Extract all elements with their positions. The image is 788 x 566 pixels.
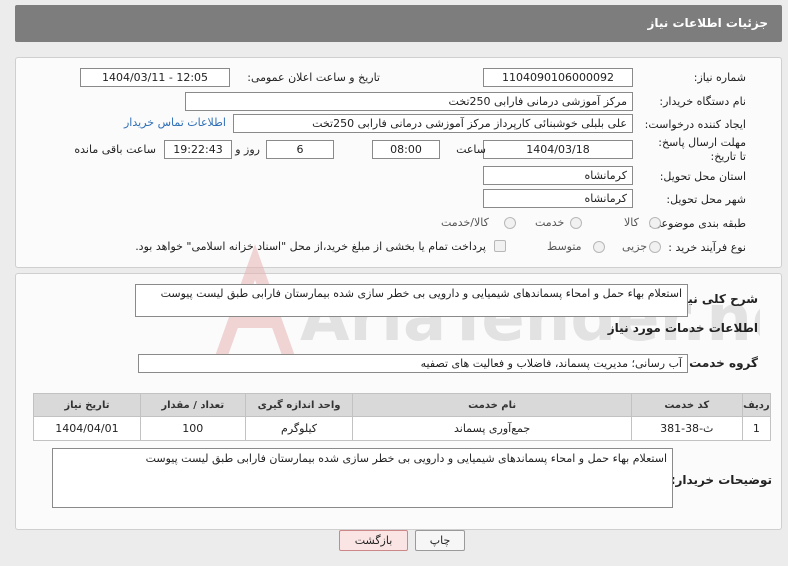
province-label: استان محل تحویل: [659,170,746,183]
category-option-goods: کالا [624,216,639,229]
process-radio-medium[interactable] [593,241,605,253]
need-number-field[interactable]: 1104090106000092 [483,68,633,87]
requester-field[interactable]: علی بلبلی خوشبنائی کارپرداز مرکز آموزشی … [233,114,633,133]
back-button[interactable]: بازگشت [339,530,408,551]
services-section-title: اطلاعات خدمات مورد نیاز [607,321,758,335]
announce-label: تاریخ و ساعت اعلان عمومی: [247,71,380,84]
cell-name: جمع‌آوری پسماند [352,416,632,441]
treasury-checkbox[interactable] [494,240,506,252]
col-date: تاریخ نیاز [33,393,141,417]
category-radio-both[interactable] [504,217,516,229]
category-label: طبقه بندی موضوعی: [648,217,746,230]
page-header: جزئیات اطلاعات نیاز [15,5,782,42]
deadline-time-field[interactable]: 08:00 [372,140,440,159]
col-code: کد خدمت [630,393,743,417]
col-unit: واحد اندازه گیری [244,393,354,417]
print-button[interactable]: چاپ [415,530,465,551]
cell-code: ث-38-381 [630,416,743,441]
city-label: شهر محل تحویل: [666,193,746,206]
cell-date: 1404/04/01 [33,416,141,441]
province-field[interactable]: کرمانشاه [483,166,633,185]
buyer-contact-link[interactable]: اطلاعات تماس خریدار [124,116,226,129]
table-row[interactable]: 1 ث-38-381 جمع‌آوری پسماند کیلوگرم 100 1… [33,416,772,441]
days-field[interactable]: 6 [266,140,334,159]
table-header-row: ردیف کد خدمت نام خدمت واحد اندازه گیری ت… [33,393,772,417]
cell-row: 1 [741,416,772,441]
category-option-both: کالا/خدمت [441,216,489,229]
category-radio-goods[interactable] [649,217,661,229]
process-option-medium: متوسط [547,240,582,253]
remaining-time-field[interactable]: 19:22:43 [164,140,232,159]
process-option-minor: جزیی [622,240,648,253]
buyer-notes-label: توضیحات خریدار: [670,473,772,487]
deadline-label: مهلت ارسال پاسخ: تا تاریخ: [658,136,746,163]
col-name: نام خدمت [352,393,632,417]
deadline-time-label: ساعت [456,143,486,156]
buyer-org-field[interactable]: مرکز آموزشی درمانی فارابی 250تخت [185,92,633,111]
category-radio-service[interactable] [570,217,582,229]
col-qty: تعداد / مقدار [139,393,246,417]
days-label: روز و [235,143,260,156]
page-title: جزئیات اطلاعات نیاز [647,16,768,30]
announce-field[interactable]: 1404/03/11 - 12:05 [80,68,230,87]
col-row: ردیف [741,393,772,417]
cell-qty: 100 [139,416,246,441]
process-label: نوع فرآیند خرید : [668,241,746,254]
service-group-label: گروه خدمت: [684,356,758,370]
description-field[interactable]: استعلام بهاء حمل و امحاء پسماندهای شیمیا… [135,284,688,317]
remaining-label: ساعت باقی مانده [74,143,156,156]
buyer-org-label: نام دستگاه خریدار: [659,95,746,108]
cell-unit: کیلوگرم [244,416,354,441]
buyer-notes-field[interactable]: استعلام بهاء حمل و امحاء پسماندهای شیمیا… [52,448,673,508]
need-number-label: شماره نیاز: [693,71,746,84]
payment-note: پرداخت تمام یا بخشی از مبلغ خرید،از محل … [135,240,486,253]
service-group-field[interactable]: آب رسانی؛ مدیریت پسماند، فاضلاب و فعالیت… [138,354,688,373]
services-table: ردیف کد خدمت نام خدمت واحد اندازه گیری ت… [33,393,772,441]
process-radio-minor[interactable] [649,241,661,253]
category-option-service: خدمت [535,216,565,229]
city-field[interactable]: کرمانشاه [483,189,633,208]
deadline-date-field[interactable]: 1404/03/18 [483,140,633,159]
requester-label: ایجاد کننده درخواست: [644,118,746,131]
